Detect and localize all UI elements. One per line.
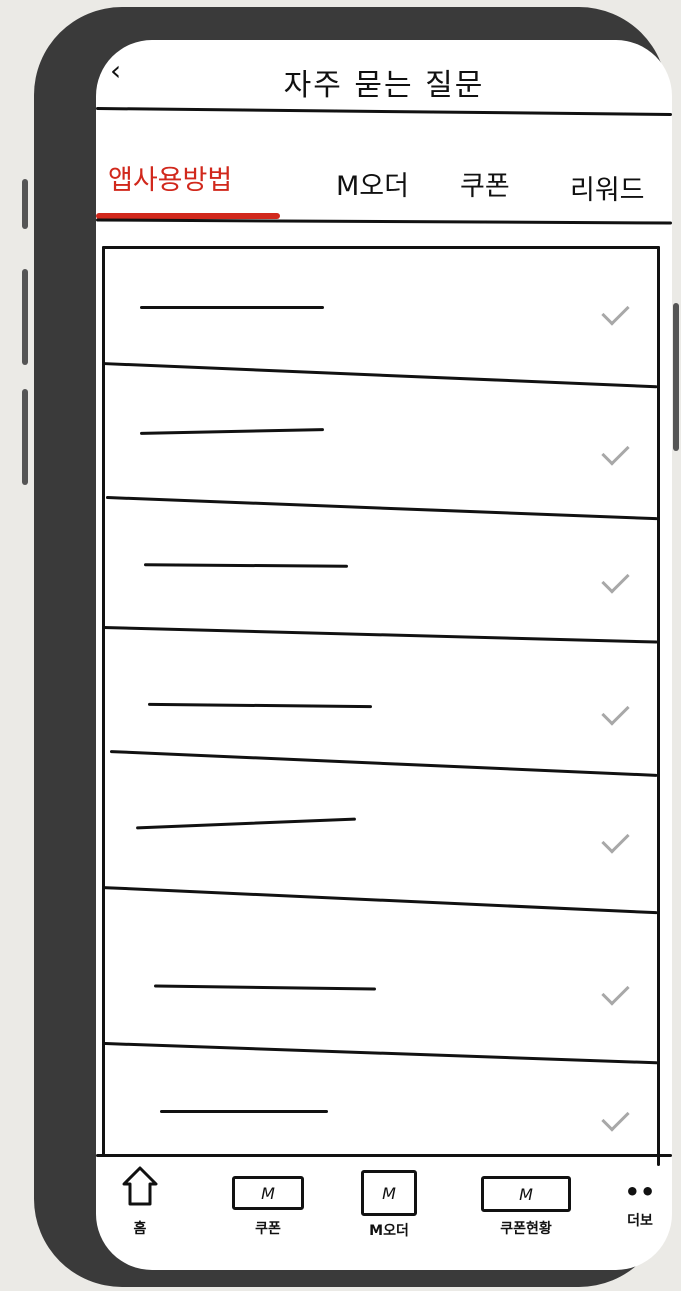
- chevron-down-icon: [601, 297, 630, 326]
- row-divider: [103, 1042, 658, 1065]
- tab-app-usage[interactable]: 앱사용방법: [108, 158, 232, 197]
- chevron-down-icon: [601, 697, 630, 726]
- faq-list: [101, 246, 660, 1166]
- nav-coupon-label: 쿠폰: [255, 1221, 281, 1237]
- question-placeholder: [147, 702, 373, 709]
- bottom-nav: 홈 M 쿠폰 M M오더 M 쿠폰현황 •• 더보: [96, 1158, 672, 1270]
- question-placeholder: [160, 1110, 328, 1113]
- question-placeholder: [140, 306, 324, 309]
- chevron-down-icon: [601, 565, 630, 594]
- question-placeholder: [143, 563, 349, 568]
- page-title: 자주 묻는 질문: [283, 68, 485, 103]
- nav-more-label: 더보: [627, 1213, 653, 1229]
- nav-coupon-status-label: 쿠폰현황: [500, 1221, 552, 1237]
- tab-coupon[interactable]: 쿠폰: [460, 164, 510, 203]
- nav-divider: [96, 1154, 672, 1157]
- faq-item[interactable]: [102, 246, 660, 370]
- bag-icon-glyph: M: [382, 1183, 396, 1203]
- phone-frame: ‹ 자주 묻는 질문 앱사용방법 M오더 쿠폰 리워드 홈 M 쿠폰 M M오더…: [22, 7, 679, 1287]
- question-placeholder: [139, 428, 325, 435]
- chevron-down-icon: [601, 437, 630, 466]
- side-button: [673, 303, 679, 451]
- nav-more[interactable]: •• 더보: [612, 1164, 668, 1230]
- faq-item[interactable]: [102, 638, 660, 758]
- nav-coupon-status[interactable]: M 쿠폰현황: [476, 1164, 576, 1238]
- coupon-icon: M: [232, 1176, 304, 1210]
- nav-m-order[interactable]: M M오더: [354, 1164, 424, 1240]
- chevron-down-icon: [601, 1103, 630, 1132]
- chevron-down-icon: [601, 977, 630, 1006]
- app-header: ‹ 자주 묻는 질문: [96, 40, 672, 116]
- bag-icon: M: [361, 1170, 417, 1216]
- faq-item[interactable]: [102, 518, 660, 628]
- nav-home-label: 홈: [133, 1221, 147, 1237]
- question-placeholder: [153, 984, 377, 991]
- tab-m-order[interactable]: M오더: [336, 164, 409, 203]
- house-icon: [122, 1166, 158, 1206]
- nav-m-order-label: M오더: [369, 1223, 409, 1239]
- faq-item[interactable]: [102, 370, 660, 510]
- faq-item[interactable]: [102, 1066, 660, 1166]
- ticket-icon: M: [481, 1176, 571, 1212]
- coupon-icon-glyph: M: [261, 1183, 275, 1203]
- nav-coupon[interactable]: M 쿠폰: [230, 1164, 306, 1238]
- app-screen: ‹ 자주 묻는 질문 앱사용방법 M오더 쿠폰 리워드 홈 M 쿠폰 M M오더…: [96, 40, 672, 1270]
- faq-item[interactable]: [102, 912, 660, 1042]
- question-placeholder: [136, 817, 356, 830]
- chevron-down-icon: [601, 825, 630, 854]
- side-button: [22, 269, 28, 365]
- nav-home[interactable]: 홈: [116, 1164, 164, 1238]
- side-button: [22, 389, 28, 485]
- more-dots-icon: ••: [624, 1178, 656, 1206]
- tab-reward[interactable]: 리워드: [570, 168, 645, 207]
- side-button: [22, 179, 28, 229]
- ticket-icon-glyph: M: [519, 1184, 533, 1204]
- tab-bar: 앱사용방법 M오더 쿠폰 리워드: [96, 120, 672, 220]
- faq-item[interactable]: [102, 776, 660, 892]
